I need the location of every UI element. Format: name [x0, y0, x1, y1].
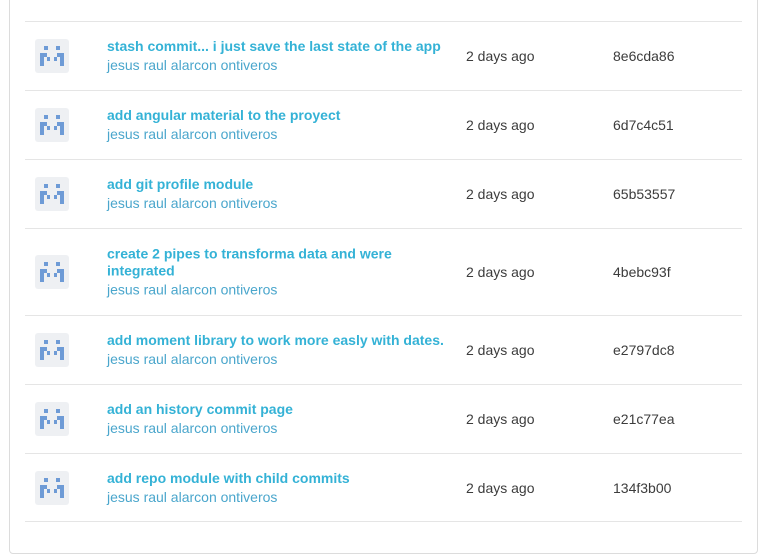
commit-message-link[interactable]: add git profile module: [107, 176, 452, 193]
commit-message-link[interactable]: create 2 pipes to transforma data and we…: [107, 246, 452, 280]
commit-list-card: stash commit... i just save the last sta…: [9, 0, 758, 554]
commit-info: add repo module with child commits jesus…: [107, 470, 452, 506]
commit-author-link[interactable]: jesus raul alarcon ontiveros: [107, 281, 452, 299]
commit-author-link[interactable]: jesus raul alarcon ontiveros: [107, 56, 452, 74]
commit-row: add angular material to the proyect jesu…: [25, 90, 742, 159]
commit-message-link[interactable]: add an history commit page: [107, 401, 452, 418]
commit-sha: 6d7c4c51: [613, 117, 674, 133]
commit-author-link[interactable]: jesus raul alarcon ontiveros: [107, 194, 452, 212]
commit-row: add repo module with child commits jesus…: [25, 453, 742, 522]
commit-message-link[interactable]: add moment library to work more easly wi…: [107, 332, 452, 349]
commit-info: add git profile module jesus raul alarco…: [107, 176, 452, 212]
commit-author-link[interactable]: jesus raul alarcon ontiveros: [107, 125, 452, 143]
commit-info: add an history commit page jesus raul al…: [107, 401, 452, 437]
commit-row: add git profile module jesus raul alarco…: [25, 159, 742, 228]
commit-row: create 2 pipes to transforma data and we…: [25, 228, 742, 315]
commit-list: stash commit... i just save the last sta…: [25, 21, 742, 522]
commit-message-link[interactable]: add angular material to the proyect: [107, 107, 452, 124]
commit-message-link[interactable]: add repo module with child commits: [107, 470, 452, 487]
commit-row: add moment library to work more easly wi…: [25, 315, 742, 384]
commit-sha: 4bebc93f: [613, 264, 671, 280]
commit-row: add an history commit page jesus raul al…: [25, 384, 742, 453]
commit-author-link[interactable]: jesus raul alarcon ontiveros: [107, 488, 452, 506]
identicon-icon[interactable]: [35, 333, 69, 367]
commit-message-link[interactable]: stash commit... i just save the last sta…: [107, 38, 452, 55]
commit-info: stash commit... i just save the last sta…: [107, 38, 452, 74]
commit-info: add moment library to work more easly wi…: [107, 332, 452, 368]
commit-date: 2 days ago: [466, 48, 535, 64]
commit-sha: e2797dc8: [613, 342, 675, 358]
commit-date: 2 days ago: [466, 117, 535, 133]
commit-sha: 134f3b00: [613, 479, 672, 496]
commit-date: 2 days ago: [466, 342, 535, 358]
commit-author-link[interactable]: jesus raul alarcon ontiveros: [107, 419, 452, 437]
identicon-icon[interactable]: [35, 177, 69, 211]
commit-date: 2 days ago: [466, 479, 535, 496]
commit-info: create 2 pipes to transforma data and we…: [107, 246, 452, 299]
commit-sha: 65b53557: [613, 186, 676, 202]
commit-info: add angular material to the proyect jesu…: [107, 107, 452, 143]
identicon-icon[interactable]: [35, 255, 69, 289]
identicon-icon[interactable]: [35, 470, 69, 505]
commit-row: stash commit... i just save the last sta…: [25, 21, 742, 90]
commit-author-link[interactable]: jesus raul alarcon ontiveros: [107, 350, 452, 368]
identicon-icon[interactable]: [35, 402, 69, 436]
commit-date: 2 days ago: [466, 264, 535, 280]
identicon-icon[interactable]: [35, 108, 69, 142]
commit-date: 2 days ago: [466, 186, 535, 202]
identicon-icon[interactable]: [35, 39, 69, 73]
commit-sha: e21c77ea: [613, 411, 675, 427]
commit-date: 2 days ago: [466, 411, 535, 427]
commit-sha: 8e6cda86: [613, 48, 675, 64]
